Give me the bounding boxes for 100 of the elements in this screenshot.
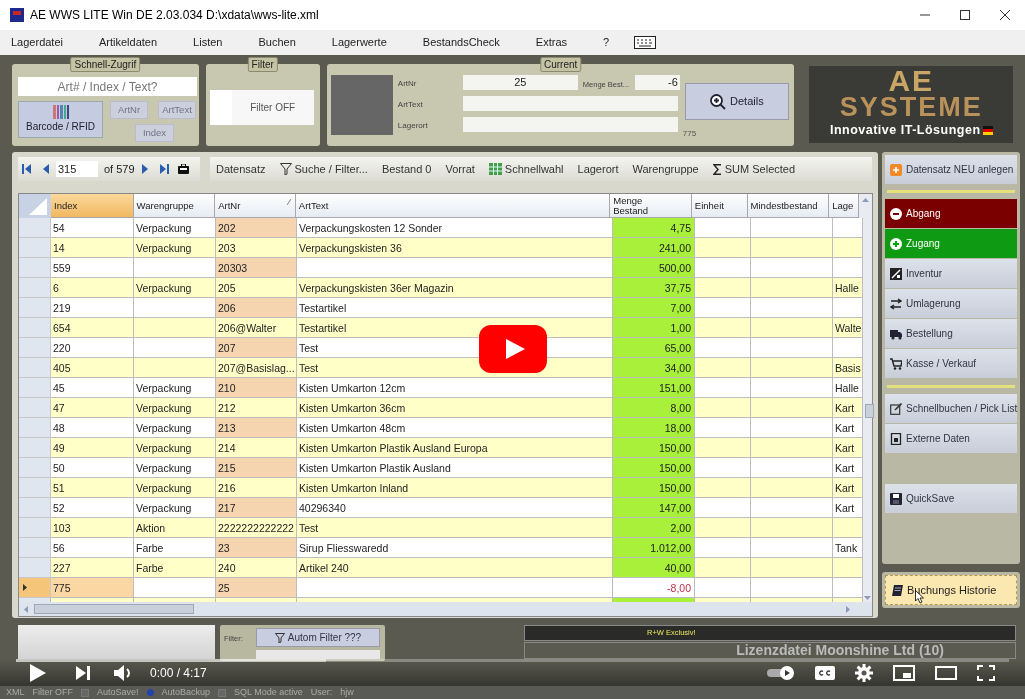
text-field[interactable] (462, 117, 678, 132)
sidebar-button[interactable]: Externe Daten (885, 424, 1017, 453)
table-row[interactable]: 219 206 Testartikel 7,00 (19, 298, 863, 318)
table-row[interactable]: 49 Verpackung 214 Kisten Umkarton Plastik Ausland Europa 150,00 Kart (19, 438, 863, 458)
table-cell: 207 (218, 342, 236, 354)
scroll-thumb[interactable] (34, 604, 194, 614)
text-field[interactable]: 25 (462, 75, 578, 90)
menu-item[interactable]: Artikeldaten (98, 34, 159, 51)
sidebar-button[interactable]: Bestellung (885, 319, 1017, 348)
search-field[interactable]: Art# / Index / Text? (18, 77, 197, 96)
play-icon[interactable] (30, 663, 46, 682)
table-cell: Testartikel (299, 302, 347, 314)
sidebar-button[interactable]: Umlagerung (885, 289, 1017, 318)
sidebar-button[interactable]: QuickSave (885, 484, 1017, 513)
scrollbar[interactable] (863, 218, 872, 602)
sidebar-button[interactable]: Buchungs Historie (885, 575, 1017, 605)
table-row[interactable]: 14 Verpackung 203 Verpackungskisten 36 241,00 (19, 238, 863, 258)
table-row[interactable]: 559 20303 500,00 (19, 258, 863, 278)
toolbar-button[interactable]: SUM Selected (712, 160, 796, 178)
barcode-button[interactable]: Barcode / RFID (18, 101, 103, 138)
table-row[interactable]: 654 206@Walter Testartikel 1,00 Walte (19, 318, 863, 338)
column-header[interactable]: ArtText (295, 194, 611, 218)
menu-item[interactable]: Lagerwerte (330, 34, 388, 51)
toolbar-button[interactable]: Datensatz (216, 160, 266, 178)
edit-icon (890, 402, 902, 415)
table-row[interactable]: 47 Verpackung 212 Kisten Umkarton 36cm 8,00 Kart (19, 398, 863, 418)
scrollbar[interactable] (19, 602, 872, 616)
table-cell: Aktion (136, 522, 166, 534)
next-record-icon[interactable] (140, 164, 148, 174)
table-row[interactable]: 45 Verpackung 210 Kisten Umkarton 12cm 151,00 Halle (19, 378, 863, 398)
column-header[interactable]: Warengruppe (133, 194, 216, 218)
toolbar-button[interactable]: Schnellwahl (488, 160, 564, 178)
table-cell: 210 (218, 382, 236, 394)
autoplay-toggle-icon[interactable] (767, 665, 795, 680)
menu-item[interactable]: Listen (192, 34, 224, 51)
menu-item[interactable]: BestandsCheck (421, 34, 501, 51)
sidebar-button[interactable]: Schnellbuchen / Pick List (885, 394, 1017, 423)
position-field[interactable]: 315 (56, 161, 98, 177)
toolbar-button[interactable]: Bestand 0 (381, 160, 432, 178)
captions-icon[interactable] (815, 665, 835, 680)
theater-mode-icon[interactable] (935, 665, 957, 680)
column-header[interactable]: Index (51, 194, 134, 218)
sidebar-button[interactable]: Inventur (885, 259, 1017, 288)
table-row[interactable]: 103 Aktion 2222222222222 Test 2,00 (19, 518, 863, 538)
row-selector[interactable] (19, 578, 51, 598)
column-header[interactable]: Menge Bestand (610, 194, 692, 218)
toolbar-button[interactable]: Lagerort (577, 160, 619, 178)
briefcase-icon[interactable] (177, 164, 189, 174)
checkbox[interactable] (218, 688, 227, 697)
scroll-thumb[interactable] (865, 404, 874, 418)
table-row[interactable]: 56 Farbe 23 Sirup Fliesswaredd 1.012,00 Tank (19, 538, 863, 558)
table-cell: 214 (218, 442, 236, 454)
table-row[interactable]: 50 Verpackung 215 Kisten Umkarton Plastik Ausland 150,00 Kart (19, 458, 863, 478)
scrollbar[interactable] (859, 194, 872, 218)
column-header[interactable]: ArtNr (215, 194, 296, 218)
record-index: 775 (682, 128, 697, 140)
miniplayer-icon[interactable] (893, 664, 915, 681)
menu-item[interactable]: Lagerdatei (10, 34, 64, 51)
first-record-icon[interactable] (22, 164, 31, 174)
filter-button[interactable]: Filter OFF (231, 90, 314, 125)
settings-icon[interactable] (855, 663, 873, 682)
table-row[interactable]: 54 Verpackung 202 Verpackungskosten 12 Sonder 4,75 (19, 218, 863, 238)
filter-field[interactable] (256, 650, 380, 659)
stock-field[interactable]: -6 (634, 75, 680, 90)
sidebar-button[interactable]: Datensatz NEU anlegen (885, 155, 1017, 184)
table-row[interactable]: 52 Verpackung 217 40296340 147,00 Kart (19, 498, 863, 518)
maximize-icon[interactable] (959, 9, 971, 21)
details-button[interactable]: Details (684, 83, 789, 120)
sidebar-button[interactable]: Zugang (885, 229, 1017, 258)
checkbox[interactable] (81, 688, 89, 697)
sidebar-button[interactable]: Abgang (885, 199, 1017, 228)
previous-record-icon[interactable] (43, 164, 50, 174)
toolbar-button[interactable]: Suche / Filter... (279, 160, 368, 178)
table-row[interactable]: 775 25 -8,00 (19, 578, 863, 598)
column-header[interactable]: Mindestbestand (747, 194, 830, 218)
text-field[interactable] (462, 96, 678, 111)
table-row[interactable]: 6 Verpackung 205 Verpackungskisten 36er Magazin 37,75 Halle (19, 278, 863, 298)
table-cell: 206@Walter (218, 322, 277, 334)
close-icon[interactable] (999, 9, 1011, 21)
logo-word: SYSTEME (839, 94, 983, 121)
table-cell: 1.012,00 (650, 542, 691, 554)
column-header[interactable]: Lage (829, 194, 860, 218)
video-play-button[interactable] (479, 325, 547, 373)
menu-item[interactable]: Extras (534, 34, 569, 51)
toolbar-button[interactable]: Warengruppe (632, 160, 699, 178)
sidebar-button[interactable]: Kasse / Verkauf (885, 349, 1017, 378)
table-cell: 23 (218, 542, 230, 554)
autom-filter-button[interactable]: Autom Filter ??? (256, 628, 380, 647)
fullscreen-icon[interactable] (977, 664, 995, 681)
menu-item[interactable]: Buchen (257, 34, 297, 51)
table-cell: 40,00 (664, 562, 691, 574)
table-row[interactable]: 48 Verpackung 213 Kisten Umkarton 48cm 18,00 Kart (19, 418, 863, 438)
column-header[interactable]: Einheit (691, 194, 748, 218)
toolbar-button[interactable]: Vorrat (445, 160, 475, 178)
keyboard-icon[interactable] (634, 36, 657, 49)
menu-item[interactable]: ? (602, 34, 611, 51)
next-icon[interactable] (76, 665, 90, 680)
last-record-icon[interactable] (159, 164, 169, 174)
table-row[interactable]: 51 Verpackung 216 Kisten Umkarton Inland 150,00 Kart (19, 478, 863, 498)
table-row[interactable]: 227 Farbe 240 Artikel 240 40,00 (19, 558, 863, 578)
